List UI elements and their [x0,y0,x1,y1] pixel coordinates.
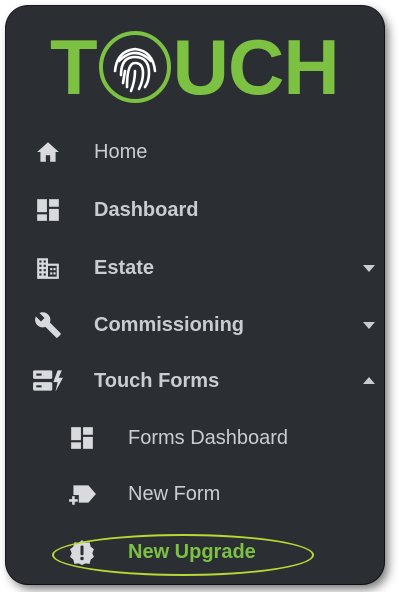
sidebar-item-estate[interactable]: Estate [6,246,384,290]
sidebar-item-touch-forms[interactable]: Touch Forms [6,359,384,403]
sidebar-item-label: Touch Forms [94,369,220,392]
sidebar-item-label: Commissioning [94,313,245,336]
sidebar-item-commissioning[interactable]: Commissioning [6,303,384,347]
chevron-down-icon[interactable] [362,261,376,275]
new-form-icon [66,480,98,508]
building-icon [34,254,62,282]
forms-icon [32,367,64,395]
fingerprint-icon [98,31,171,103]
sidebar-subitem-forms-dashboard[interactable]: Forms Dashboard [6,416,384,460]
sidebar-item-dashboard[interactable]: Dashboard [6,188,384,232]
sidebar-panel: T UCH Home Dashboard Estate Commissionin… [6,6,384,584]
dashboard-icon [68,424,96,452]
sidebar-item-home[interactable]: Home [6,130,384,174]
sidebar-subitem-label: New Form [128,482,221,505]
sidebar-item-label: Estate [94,256,155,279]
chevron-down-icon[interactable] [362,318,376,332]
logo-letters-left: T [50,23,98,111]
sidebar-subitem-new-form[interactable]: New Form [6,472,384,516]
dashboard-icon [34,196,62,224]
logo-letters-right: UCH [172,23,340,111]
home-icon [34,138,62,166]
touch-logo[interactable]: T UCH [50,24,350,110]
chevron-up-icon[interactable] [362,374,376,388]
sidebar-item-label: Dashboard [94,198,199,221]
wrench-icon [34,311,62,339]
sidebar-item-label: Home [94,140,148,163]
highlight-ring [52,534,314,576]
sidebar-subitem-label: Forms Dashboard [128,426,289,449]
